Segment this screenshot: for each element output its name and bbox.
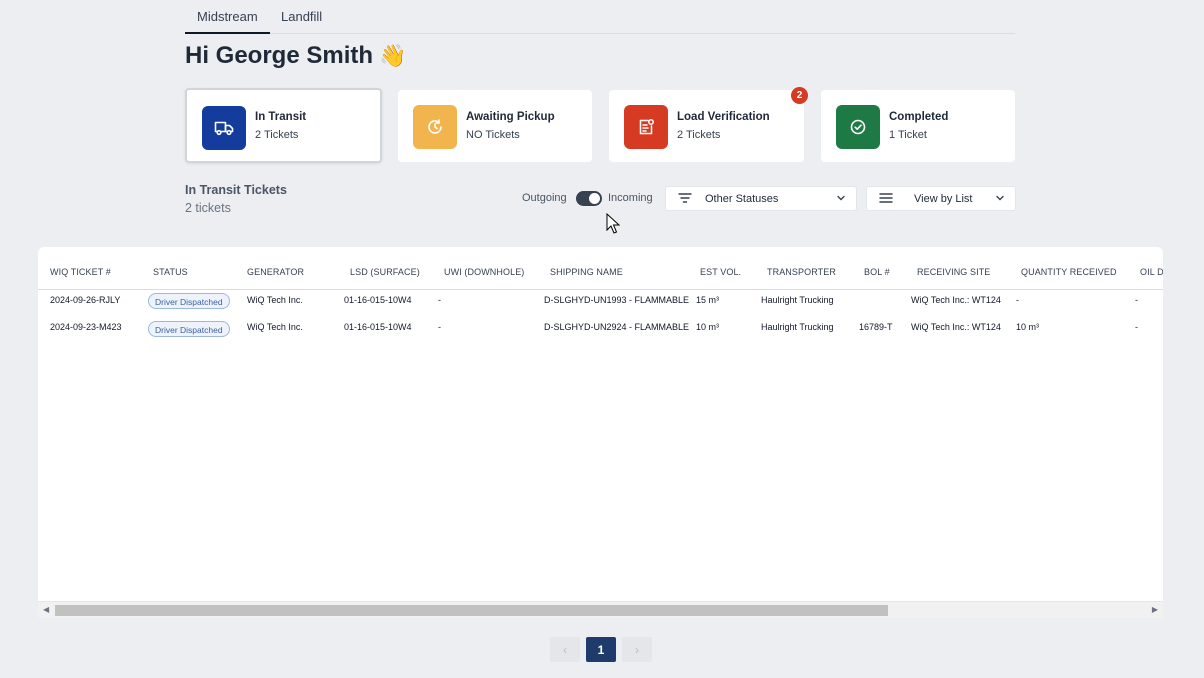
document-check-icon bbox=[624, 105, 668, 149]
check-circle-icon bbox=[836, 105, 880, 149]
cell-lsd: 01-16-015-10W4 bbox=[344, 295, 412, 305]
scroll-left-icon[interactable]: ◀ bbox=[43, 605, 49, 614]
column-header[interactable]: OIL D bbox=[1140, 267, 1163, 277]
cell-quantity: - bbox=[1016, 295, 1019, 305]
column-header[interactable]: WIQ TICKET # bbox=[50, 267, 111, 277]
card-title: Load Verification bbox=[677, 111, 770, 123]
page-1-button[interactable]: 1 bbox=[586, 637, 616, 662]
cell-ticket[interactable]: 2024-09-23-M423 bbox=[50, 322, 122, 332]
cell-est-vol: 15 m³ bbox=[696, 295, 720, 305]
column-header[interactable]: GENERATOR bbox=[247, 267, 304, 277]
column-header[interactable]: STATUS bbox=[153, 267, 188, 277]
card-subtitle: 2 Tickets bbox=[677, 129, 721, 141]
chevron-down-icon bbox=[995, 193, 1005, 206]
cell-bol: 16789-T bbox=[859, 322, 893, 332]
status-filter-dropdown[interactable]: Other Statuses bbox=[665, 186, 857, 211]
cell-uwi: - bbox=[438, 295, 441, 305]
page-greeting: Hi George Smith 👋 bbox=[185, 42, 406, 70]
section-title: In Transit Tickets bbox=[185, 183, 287, 197]
view-select-dropdown[interactable]: View by List bbox=[866, 186, 1016, 211]
section-subtitle: 2 tickets bbox=[185, 201, 231, 215]
column-header[interactable]: RECEIVING SITE bbox=[917, 267, 990, 277]
cell-transporter: Haulright Trucking bbox=[761, 322, 834, 332]
card-in-transit[interactable]: In Transit 2 Tickets bbox=[185, 88, 382, 163]
toggle-label-incoming: Incoming bbox=[608, 192, 653, 204]
cell-transporter: Haulright Trucking bbox=[761, 295, 834, 305]
column-header[interactable]: BOL # bbox=[864, 267, 890, 277]
cell-receiving-site: WiQ Tech Inc.: WT124 bbox=[911, 295, 1001, 305]
module-tabs: Midstream Landfill bbox=[185, 0, 1015, 34]
mouse-cursor-icon bbox=[606, 212, 621, 239]
cell-shipping-name: D-SLGHYD-UN2924 - FLAMMABLE bbox=[544, 322, 690, 332]
filter-icon bbox=[678, 192, 692, 207]
cell-est-vol: 10 m³ bbox=[696, 322, 720, 332]
card-title: Completed bbox=[889, 111, 949, 123]
list-icon bbox=[879, 192, 893, 207]
cell-ticket[interactable]: 2024-09-26-RJLY bbox=[50, 295, 120, 305]
column-header[interactable]: QUANTITY RECEIVED bbox=[1021, 267, 1117, 277]
column-header[interactable]: LSD (SURFACE) bbox=[350, 267, 420, 277]
cell-generator: WiQ Tech Inc. bbox=[247, 295, 303, 305]
cell-shipping-name: D-SLGHYD-UN1993 - FLAMMABLE bbox=[544, 295, 690, 305]
scroll-right-icon[interactable]: ▶ bbox=[1152, 605, 1158, 614]
cell-quantity: 10 m³ bbox=[1016, 322, 1040, 332]
cell-oil: - bbox=[1135, 295, 1138, 305]
tab-midstream[interactable]: Midstream bbox=[185, 9, 270, 34]
column-header[interactable]: SHIPPING NAME bbox=[550, 267, 623, 277]
notification-badge: 2 bbox=[791, 87, 808, 104]
toggle-label-outgoing: Outgoing bbox=[522, 192, 567, 204]
clock-icon bbox=[413, 105, 457, 149]
status-filter-label: Other Statuses bbox=[705, 193, 779, 205]
card-completed[interactable]: Completed 1 Ticket bbox=[821, 90, 1015, 162]
truck-icon bbox=[202, 106, 246, 150]
tickets-table: WIQ TICKET # STATUS GENERATOR LSD (SURFA… bbox=[38, 247, 1163, 618]
card-subtitle: NO Tickets bbox=[466, 129, 520, 141]
status-badge: Driver Dispatched bbox=[148, 321, 230, 337]
chevron-down-icon bbox=[836, 193, 846, 206]
cell-generator: WiQ Tech Inc. bbox=[247, 322, 303, 332]
toggle-knob bbox=[589, 193, 600, 204]
tab-landfill[interactable]: Landfill bbox=[281, 9, 322, 24]
card-subtitle: 1 Ticket bbox=[889, 129, 927, 141]
cell-lsd: 01-16-015-10W4 bbox=[344, 322, 412, 332]
card-title: Awaiting Pickup bbox=[466, 111, 555, 123]
view-select-label: View by List bbox=[914, 193, 973, 205]
card-subtitle: 2 Tickets bbox=[255, 129, 299, 141]
cell-receiving-site: WiQ Tech Inc.: WT124 bbox=[911, 322, 1001, 332]
next-page-button[interactable]: › bbox=[622, 637, 652, 662]
prev-page-button[interactable]: ‹ bbox=[550, 637, 580, 662]
status-badge: Driver Dispatched bbox=[148, 293, 230, 309]
header-divider bbox=[38, 289, 1163, 290]
scrollbar-thumb[interactable] bbox=[55, 605, 888, 616]
column-header[interactable]: EST VOL. bbox=[700, 267, 741, 277]
card-awaiting-pickup[interactable]: Awaiting Pickup NO Tickets bbox=[398, 90, 592, 162]
waving-hand-icon: 👋 bbox=[379, 44, 407, 69]
card-load-verification[interactable]: Load Verification 2 Tickets 2 bbox=[609, 87, 808, 162]
column-header[interactable]: TRANSPORTER bbox=[767, 267, 836, 277]
card-title: In Transit bbox=[255, 111, 307, 123]
direction-toggle[interactable] bbox=[576, 191, 602, 206]
cell-oil: - bbox=[1135, 322, 1138, 332]
horizontal-scrollbar[interactable]: ◀ ▶ bbox=[38, 601, 1163, 618]
greeting-text: Hi George Smith bbox=[185, 42, 374, 69]
column-header[interactable]: UWI (DOWNHOLE) bbox=[444, 267, 524, 277]
cell-uwi: - bbox=[438, 322, 441, 332]
